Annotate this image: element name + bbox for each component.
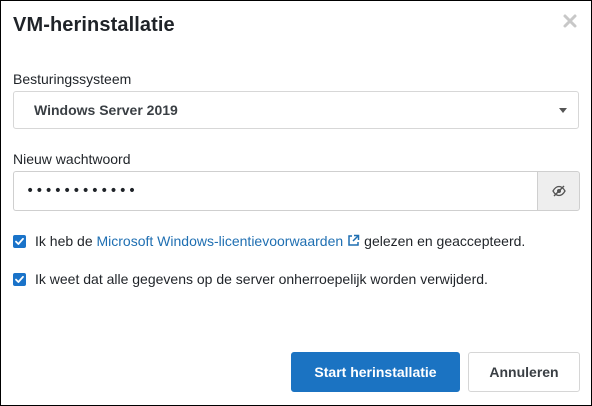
password-visibility-toggle[interactable] <box>537 171 580 211</box>
password-input[interactable] <box>13 171 538 211</box>
cancel-button[interactable]: Annuleren <box>468 352 580 392</box>
os-label: Besturingssysteem <box>13 71 132 87</box>
eye-slash-icon <box>552 185 566 197</box>
caret-down-icon <box>559 108 567 113</box>
data-loss-checkbox-label: Ik weet dat alle gegevens op de server o… <box>35 271 488 287</box>
license-text-before: Ik heb de <box>35 233 97 249</box>
dialog-title: VM-herinstallatie <box>13 14 175 36</box>
reinstall-dialog: VM-herinstallatie Besturingssysteem Wind… <box>0 0 592 406</box>
data-loss-checkbox[interactable] <box>13 273 26 286</box>
start-reinstall-button[interactable]: Start herinstallatie <box>291 352 460 392</box>
license-link[interactable]: Microsoft Windows-licentievoorwaarden <box>97 233 344 249</box>
password-label: Nieuw wachtwoord <box>13 151 131 167</box>
close-icon[interactable] <box>562 13 578 29</box>
password-group <box>13 171 580 211</box>
license-text-after: gelezen en geaccepteerd. <box>364 233 526 249</box>
os-select[interactable]: Windows Server 2019 <box>13 91 579 129</box>
license-checkbox[interactable] <box>13 235 26 248</box>
external-link-icon[interactable] <box>347 234 360 250</box>
license-checkbox-label: Ik heb de Microsoft Windows-licentievoor… <box>35 233 525 250</box>
os-select-value: Windows Server 2019 <box>34 102 178 118</box>
